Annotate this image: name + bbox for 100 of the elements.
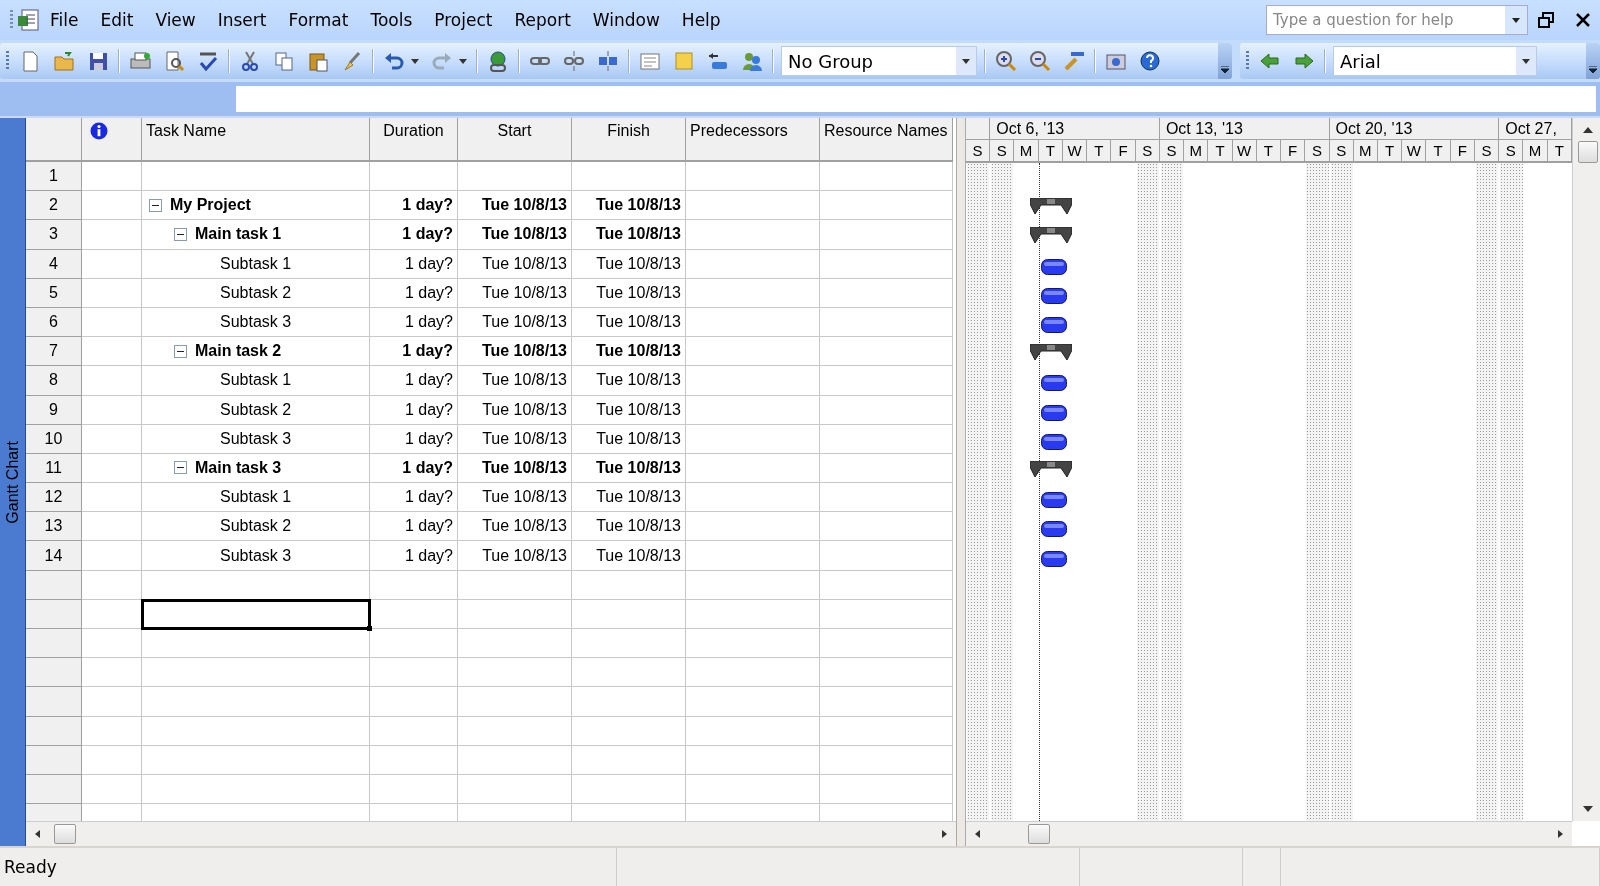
row-number[interactable]: 9 [26, 395, 82, 425]
menu-item[interactable]: Window [582, 6, 670, 34]
caret-icon[interactable] [962, 58, 970, 64]
day-header: S [1499, 140, 1524, 162]
day-header: T [1208, 140, 1233, 162]
table-cell [82, 162, 142, 192]
grip-handle[interactable] [6, 51, 9, 71]
unlink-icon[interactable] [563, 50, 585, 72]
print-preview-icon[interactable] [163, 50, 185, 72]
menu-item[interactable]: File [40, 6, 89, 34]
active-cell[interactable] [142, 599, 370, 629]
row-number[interactable]: 10 [26, 424, 82, 454]
caret-icon[interactable] [1221, 66, 1229, 73]
toolbar-options-button[interactable] [1586, 43, 1600, 79]
caret-icon[interactable] [1512, 17, 1520, 23]
column-header[interactable]: Resource Names [820, 118, 953, 162]
help-search-field[interactable]: Type a question for help [1266, 5, 1528, 35]
table-cell: Tue 10/8/13 [458, 512, 572, 542]
dropdown-button[interactable] [1505, 6, 1527, 34]
back-arrow-icon[interactable] [1259, 50, 1281, 72]
print-icon[interactable] [129, 50, 151, 72]
collapse-icon[interactable] [174, 461, 187, 475]
row-number[interactable]: 3 [26, 220, 82, 250]
menu-item[interactable]: Insert [207, 6, 277, 34]
scroll-thumb[interactable] [1028, 824, 1050, 844]
row-number[interactable]: 14 [26, 541, 82, 571]
caret-icon[interactable] [1589, 66, 1597, 73]
row-number[interactable]: 13 [26, 512, 82, 542]
scroll-left-icon[interactable] [34, 830, 42, 838]
row-number[interactable]: 6 [26, 307, 82, 338]
row-number[interactable]: 5 [26, 278, 82, 308]
menu-item[interactable]: View [145, 6, 206, 34]
scroll-right-icon[interactable] [1556, 830, 1564, 838]
zoom-in-icon[interactable] [995, 50, 1017, 72]
close-icon[interactable] [1576, 13, 1590, 27]
table-cell: 1 day? [370, 512, 458, 542]
caret-icon[interactable] [459, 58, 467, 64]
scroll-thumb[interactable] [54, 824, 76, 844]
collapse-icon[interactable] [174, 344, 187, 358]
undo-icon[interactable] [383, 50, 405, 72]
menu-item[interactable]: Project [424, 6, 503, 34]
view-bar-label[interactable]: Gantt Chart [3, 440, 22, 524]
row-number[interactable]: 4 [26, 249, 82, 279]
task-name: Subtask 2 [220, 400, 292, 419]
caret-icon[interactable] [411, 58, 419, 64]
spelling-icon[interactable] [197, 50, 219, 72]
column-header[interactable]: Finish [572, 118, 686, 162]
row-number[interactable]: 7 [26, 337, 82, 367]
task-name: Subtask 2 [220, 517, 292, 536]
column-header[interactable]: Start [458, 118, 572, 162]
forward-arrow-icon[interactable] [1293, 50, 1315, 72]
globe-link-icon[interactable] [487, 50, 509, 72]
task-drag-icon[interactable] [707, 50, 729, 72]
day-header: W [1062, 140, 1088, 162]
row-number[interactable]: 11 [26, 453, 82, 484]
toolbar-options-button[interactable] [1218, 43, 1232, 79]
column-header[interactable]: Duration [370, 118, 458, 162]
help-icon[interactable] [1139, 50, 1161, 72]
scroll-down-icon[interactable] [1582, 806, 1593, 813]
entry-field[interactable] [236, 86, 1596, 112]
wand-icon[interactable] [1063, 50, 1085, 72]
scroll-right-icon[interactable] [940, 830, 948, 838]
menu-item[interactable]: Report [504, 6, 581, 34]
column-header[interactable] [82, 118, 142, 162]
cut-icon[interactable] [239, 50, 261, 72]
scroll-up-icon[interactable] [1582, 126, 1593, 133]
app-icon[interactable] [16, 8, 40, 32]
task-info-icon[interactable] [639, 50, 661, 72]
grip-handle[interactable] [1246, 51, 1249, 71]
split-icon[interactable] [597, 50, 619, 72]
menu-item[interactable]: Edit [90, 6, 144, 34]
vertical-scrollbar[interactable] [1572, 118, 1600, 821]
menu-item[interactable]: Tools [360, 6, 423, 34]
caret-icon[interactable] [1522, 58, 1530, 64]
folder-icon[interactable] [53, 50, 75, 72]
save-icon[interactable] [87, 50, 109, 72]
row-number[interactable]: 12 [26, 483, 82, 513]
column-header[interactable]: Predecessors [686, 118, 820, 162]
zoom-out-icon[interactable] [1029, 50, 1051, 72]
scroll-left-icon[interactable] [974, 830, 982, 838]
scroll-thumb[interactable] [1577, 141, 1598, 163]
menu-item[interactable]: Help [671, 6, 731, 34]
collapse-icon[interactable] [174, 227, 187, 241]
corner-cell[interactable] [26, 118, 82, 162]
menu-item[interactable]: Format [278, 6, 359, 34]
horizontal-scrollbar[interactable] [966, 821, 1572, 846]
row-number[interactable]: 2 [26, 191, 82, 221]
table-cell: 1 day? [370, 483, 458, 513]
font-select[interactable]: Arial [1333, 46, 1537, 76]
restore-window-icon[interactable] [1538, 12, 1554, 28]
row-number[interactable]: 8 [26, 366, 82, 396]
column-header[interactable]: Task Name [142, 118, 370, 162]
people-icon[interactable] [741, 50, 763, 72]
task-bar [1040, 550, 1067, 567]
group-select[interactable]: No Group [781, 46, 977, 76]
row-number[interactable]: 1 [26, 162, 82, 192]
collapse-icon[interactable] [149, 198, 162, 212]
copy-icon[interactable] [273, 50, 295, 72]
paste-icon[interactable] [307, 50, 329, 72]
horizontal-scrollbar[interactable] [26, 821, 956, 846]
